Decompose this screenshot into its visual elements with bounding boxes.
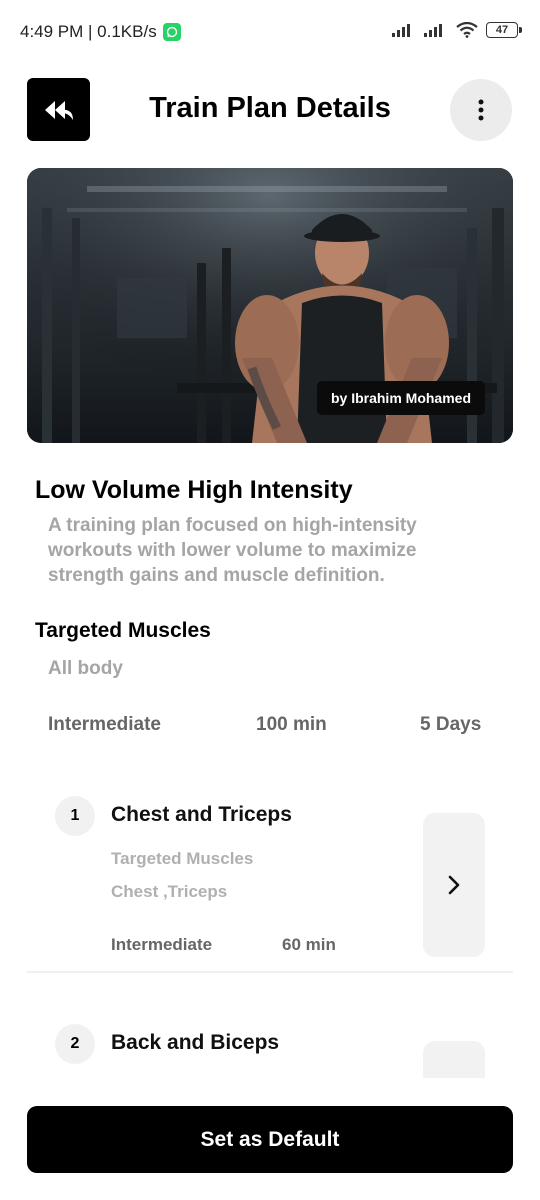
day-targeted-muscles-label: Targeted Muscles — [111, 849, 254, 868]
targeted-muscles-heading: Targeted Muscles — [35, 619, 211, 642]
plan-title: Low Volume High Intensity — [35, 476, 353, 504]
status-bar: 4:49 PM | 0.1KB/s 47 — [0, 0, 540, 64]
plan-duration: 100 min — [256, 714, 327, 735]
status-time: 4:49 PM | 0.1KB/s — [20, 22, 157, 41]
targeted-muscles-value: All body — [48, 658, 123, 679]
author-badge: by Ibrahim Mohamed — [316, 381, 485, 415]
battery-level: 47 — [495, 24, 509, 36]
plan-cover-image: by Ibrahim Mohamed — [27, 168, 513, 443]
day-divider — [27, 971, 513, 973]
status-right: 47 — [392, 22, 522, 38]
day-number-badge: 1 — [55, 796, 95, 836]
whatsapp-icon — [162, 23, 181, 41]
kebab-menu-icon — [478, 99, 484, 121]
day-open-button[interactable] — [423, 813, 485, 957]
day-targeted-muscles-value: Chest ,Triceps — [111, 882, 228, 901]
day-number-badge: 2 — [55, 1024, 95, 1064]
signal-icon — [392, 24, 410, 37]
plan-level: Intermediate — [48, 714, 161, 735]
day-title: Chest and Triceps — [111, 803, 292, 826]
day-level: Intermediate — [111, 935, 213, 954]
chevron-right-icon — [448, 875, 460, 895]
status-left: 4:49 PM | 0.1KB/s — [20, 22, 181, 42]
set-as-default-button[interactable]: Set as Default — [27, 1106, 513, 1173]
wifi-icon — [456, 22, 478, 38]
battery-indicator: 47 — [486, 22, 522, 38]
plan-description: A training plan focused on high-intensit… — [48, 515, 417, 586]
day-duration: 60 min — [282, 935, 336, 954]
scroll-fade — [0, 1078, 540, 1106]
day-title: Back and Biceps — [111, 1031, 280, 1054]
plan-days: 5 Days — [420, 714, 482, 735]
signal-icon-2 — [424, 24, 442, 37]
more-options-button[interactable] — [450, 79, 512, 141]
